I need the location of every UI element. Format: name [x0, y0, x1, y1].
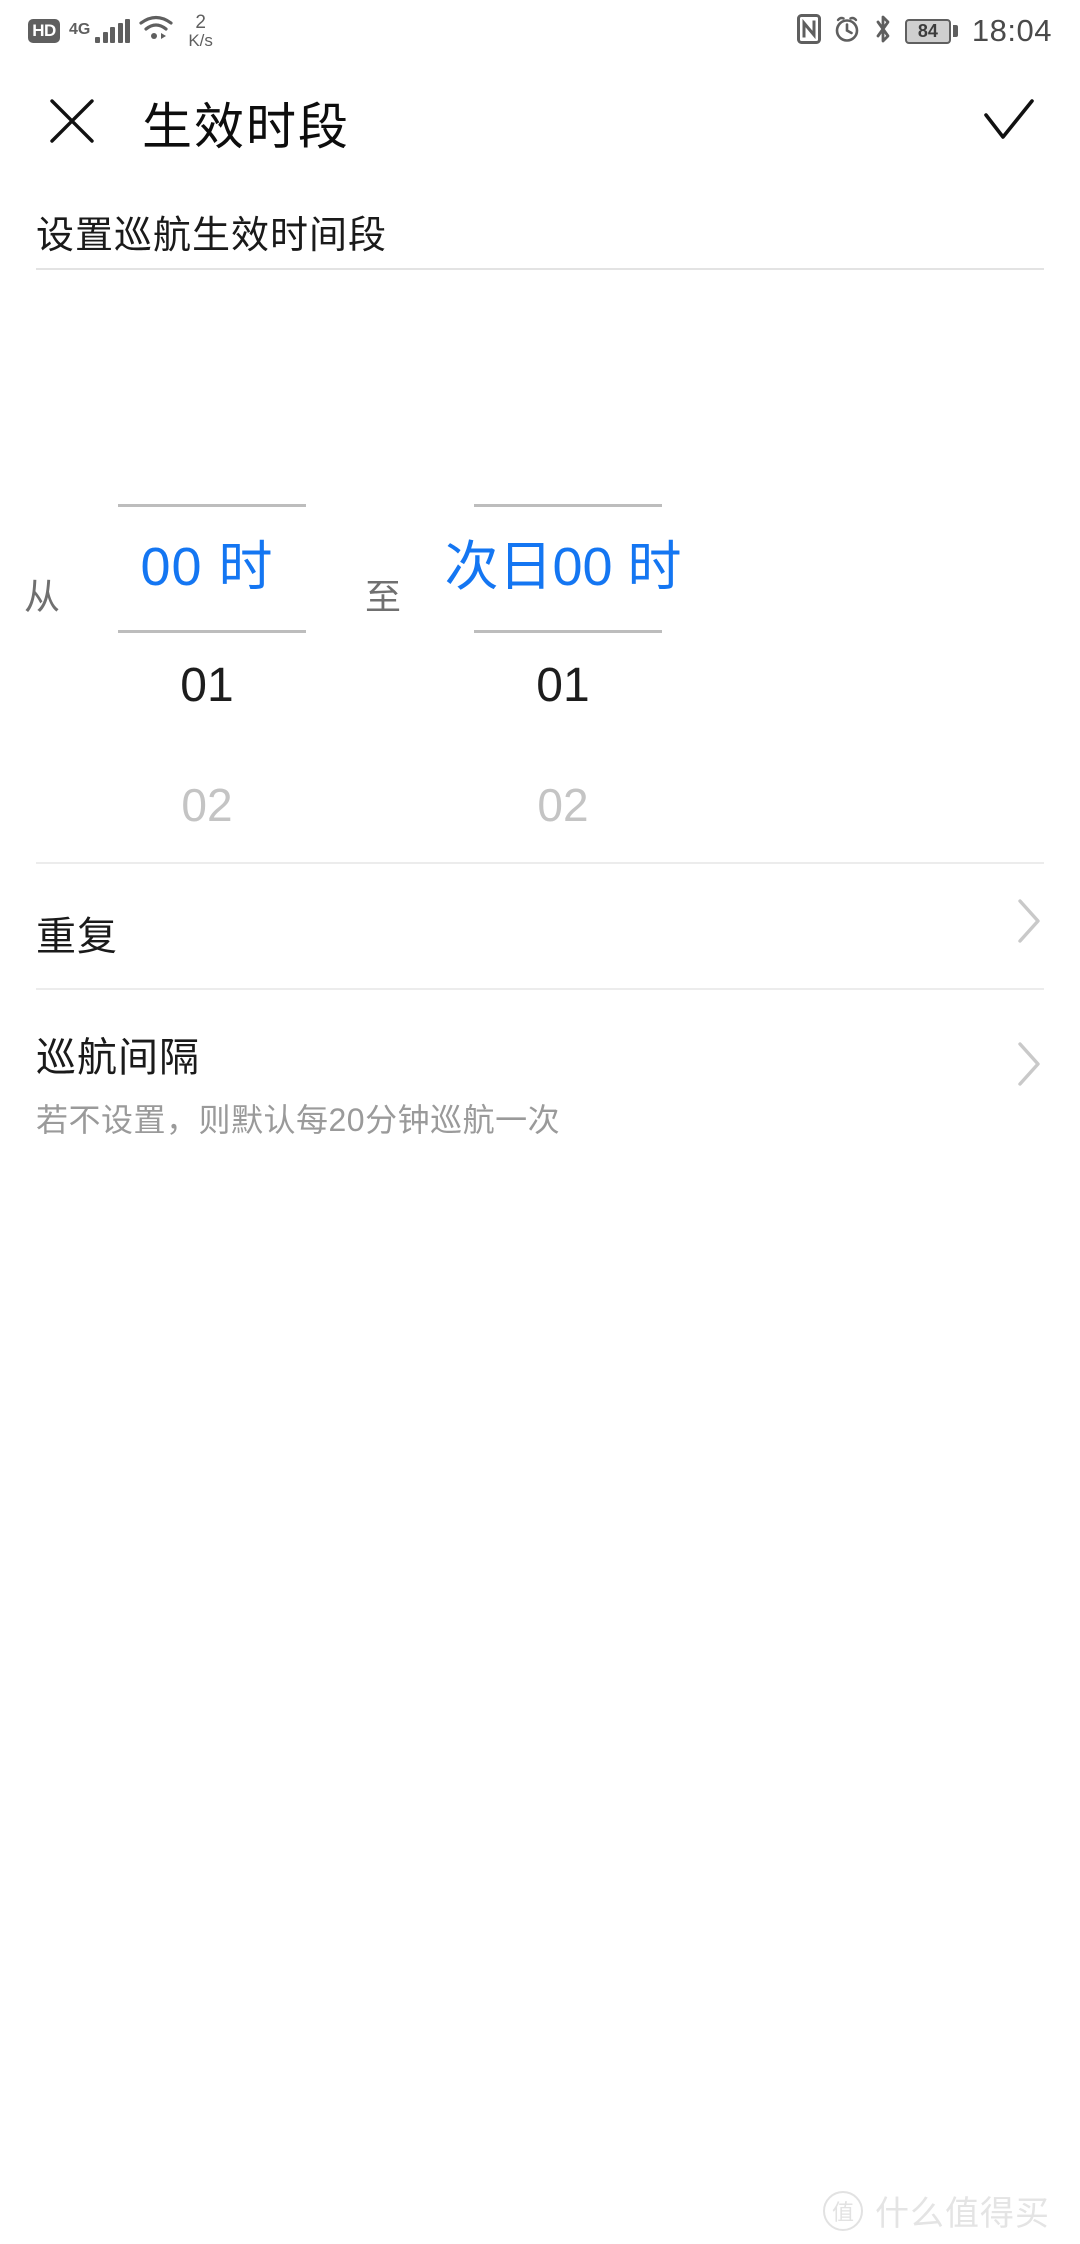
- status-bar-right: 84 18:04: [796, 13, 1052, 49]
- start-wheel-item-next[interactable]: 01: [68, 662, 346, 710]
- watermark-badge-icon: 值: [823, 2190, 863, 2231]
- title-bar: 生效时段: [0, 62, 1080, 184]
- close-icon: [44, 93, 100, 154]
- divider-above-repeat-row: [36, 862, 1044, 864]
- chevron-right-icon[interactable]: [1014, 895, 1044, 952]
- end-wheel-top-line: [474, 504, 662, 507]
- to-label: 至: [365, 576, 402, 617]
- end-wheel-item-far[interactable]: 02: [424, 782, 702, 828]
- wifi-icon: [139, 15, 173, 46]
- cruise-interval-row-title: 巡航间隔: [36, 1036, 200, 1080]
- from-label: 从: [24, 576, 61, 617]
- status-bar-left: HD 4G 2 K/s: [28, 11, 213, 51]
- time-range-picker: 从 至 00 时 01 02 次日00 时 01 02: [0, 470, 1080, 860]
- confirm-button[interactable]: [972, 87, 1044, 159]
- check-icon: [978, 93, 1038, 154]
- chevron-right-icon[interactable]: [1014, 1038, 1044, 1095]
- bluetooth-icon: [873, 14, 893, 49]
- start-time-wheel[interactable]: 00 时 01 02: [68, 470, 346, 860]
- section-subtitle: 设置巡航生效时间段: [36, 215, 388, 257]
- end-time-wheel[interactable]: 次日00 时 01 02: [424, 470, 702, 860]
- battery-icon: 84: [904, 18, 958, 44]
- subtitle-divider: [36, 268, 1044, 270]
- hd-icon: HD: [28, 18, 60, 43]
- end-wheel-item-next[interactable]: 01: [424, 662, 702, 710]
- nfc-icon: [796, 13, 821, 49]
- data-speed-value: 2: [195, 11, 206, 33]
- repeat-row-title: 重复: [36, 915, 118, 959]
- cruise-interval-row-subtitle: 若不设置，则默认每20分钟巡航一次: [36, 1102, 561, 1138]
- clock-label: 18:04: [971, 13, 1052, 48]
- divider-above-interval-row: [36, 988, 1044, 990]
- end-wheel-selected-item[interactable]: 次日00 时: [424, 540, 702, 594]
- start-wheel-item-far[interactable]: 02: [68, 782, 346, 828]
- data-speed-indicator: 2 K/s: [188, 11, 213, 51]
- list-item-repeat[interactable]: 重复: [0, 895, 1080, 987]
- watermark: 值 什么值得买: [823, 2186, 1050, 2235]
- page-title: 生效时段: [142, 99, 350, 155]
- close-button[interactable]: [36, 87, 108, 159]
- network-type-label: 4G: [69, 20, 91, 38]
- status-bar: HD 4G 2 K/s 84 18:04: [0, 0, 1080, 62]
- watermark-text: 什么值得买: [875, 2195, 1050, 2233]
- data-speed-unit: K/s: [188, 31, 213, 51]
- end-wheel-bottom-line: [474, 630, 662, 633]
- start-wheel-bottom-line: [118, 630, 306, 633]
- start-wheel-selected-item[interactable]: 00 时: [68, 540, 346, 594]
- alarm-clock-icon: [833, 15, 861, 48]
- battery-level-label: 84: [917, 21, 938, 41]
- list-item-cruise-interval[interactable]: 巡航间隔 若不设置，则默认每20分钟巡航一次: [0, 1022, 1080, 1162]
- start-wheel-top-line: [118, 504, 306, 507]
- signal-bars-icon: [95, 18, 131, 43]
